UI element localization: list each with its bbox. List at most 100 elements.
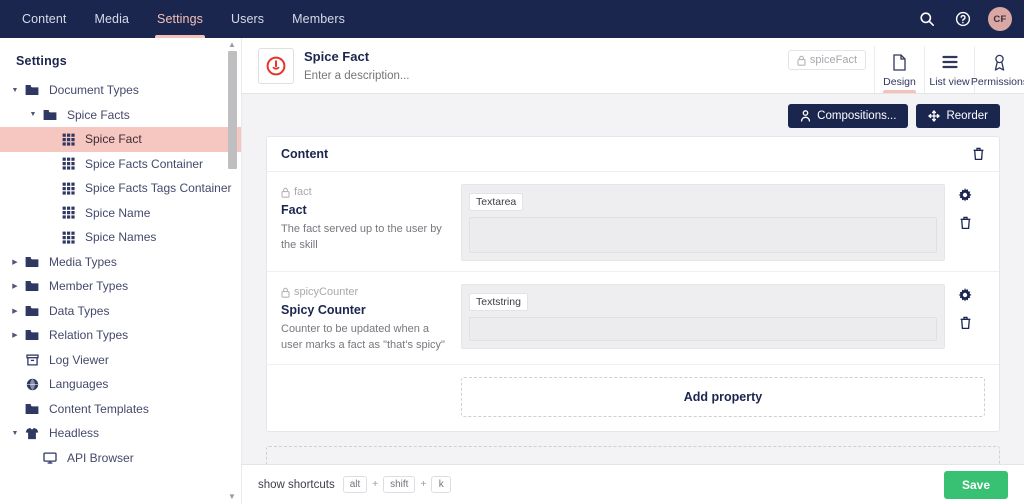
property-delete-trash-icon[interactable] bbox=[959, 216, 972, 230]
tree-folder-icon bbox=[22, 403, 42, 415]
delete-group-icon[interactable] bbox=[972, 147, 985, 161]
tree-grid-icon bbox=[58, 206, 78, 219]
property-label[interactable]: Fact bbox=[281, 203, 447, 217]
scrollbar-track[interactable] bbox=[227, 51, 237, 491]
tree-folder-icon bbox=[22, 329, 42, 341]
tree-box-icon bbox=[22, 354, 42, 366]
tree-item-spice-names[interactable]: Spice Names bbox=[0, 225, 241, 250]
document-type-description-input[interactable] bbox=[304, 66, 780, 82]
tree-item-spice-name[interactable]: Spice Name bbox=[0, 201, 241, 226]
search-icon[interactable] bbox=[916, 8, 938, 30]
tree-item-log-viewer[interactable]: Log Viewer bbox=[0, 348, 241, 373]
tree-item-relation-types[interactable]: ▶ Relation Types bbox=[0, 323, 241, 348]
editor-footer: show shortcuts alt + shift + k Save bbox=[242, 464, 1024, 504]
property-settings-gear-icon[interactable] bbox=[958, 188, 972, 202]
tab-list-view[interactable]: List view bbox=[924, 46, 974, 93]
tree-item-media-types[interactable]: ▶ Media Types bbox=[0, 250, 241, 275]
nav-item-settings[interactable]: Settings bbox=[143, 0, 217, 38]
add-group-button[interactable]: Add group bbox=[266, 445, 1000, 464]
tree-folder-icon bbox=[22, 305, 42, 317]
nav-item-users[interactable]: Users bbox=[217, 0, 278, 38]
shortcut-key-k[interactable]: k bbox=[431, 476, 452, 493]
tree-caret-right-icon[interactable]: ▶ bbox=[8, 282, 22, 290]
property-description[interactable]: Counter to be updated when a user marks … bbox=[281, 322, 447, 354]
tree-item-content-templates[interactable]: Content Templates bbox=[0, 397, 241, 422]
nav-item-content[interactable]: Content bbox=[8, 0, 80, 38]
nav-item-media[interactable]: Media bbox=[80, 0, 143, 38]
tab-design[interactable]: Design bbox=[874, 46, 924, 93]
sidebar-scrollbar[interactable]: ▲ ▼ bbox=[226, 40, 238, 502]
shortcut-keys: alt + shift + k bbox=[342, 476, 452, 493]
document-type-name-input[interactable] bbox=[304, 46, 780, 66]
reorder-button[interactable]: Reorder bbox=[916, 104, 1000, 128]
tree-item-api-browser[interactable]: API Browser bbox=[0, 446, 241, 471]
tree-item-spice-facts[interactable]: ▼ Spice Facts bbox=[0, 103, 241, 128]
property-settings-gear-icon[interactable] bbox=[958, 288, 972, 302]
tree-item-headless[interactable]: ▼ Headless bbox=[0, 421, 241, 446]
tree-caret-right-icon[interactable]: ▶ bbox=[8, 258, 22, 266]
tree-item-label: Log Viewer bbox=[49, 352, 109, 367]
body: Settings ▼ Document Types ▼ Spice Facts Spic… bbox=[0, 38, 1024, 504]
tree-grid-icon bbox=[58, 133, 78, 146]
tree-item-label: API Browser bbox=[67, 450, 134, 465]
tree-item-languages[interactable]: Languages bbox=[0, 372, 241, 397]
tree-item-spice-fact[interactable]: Spice Fact bbox=[0, 127, 241, 152]
help-icon[interactable] bbox=[952, 8, 974, 30]
add-property-spacer bbox=[281, 377, 461, 417]
add-group-row: Add group bbox=[266, 445, 1000, 464]
nav-item-label: Media bbox=[94, 12, 130, 26]
tree-item-label: Member Types bbox=[49, 279, 129, 294]
nav-item-members[interactable]: Members bbox=[278, 0, 359, 38]
show-shortcuts-label[interactable]: show shortcuts bbox=[258, 479, 335, 491]
nav-item-label: Users bbox=[231, 12, 265, 26]
tree-item-spice-facts-tags-container[interactable]: Spice Facts Tags Container bbox=[0, 176, 241, 201]
add-property-button[interactable]: Add property bbox=[461, 376, 985, 417]
tree-caret-down-icon[interactable]: ▼ bbox=[8, 430, 22, 437]
compositions-button[interactable]: Compositions... bbox=[788, 104, 909, 128]
property-alias-value: fact bbox=[294, 186, 312, 198]
property-row: spicyCounter Spicy Counter Counter to be u… bbox=[267, 272, 999, 365]
property-editor-preview: Textstring bbox=[461, 284, 945, 354]
property-input-preview[interactable] bbox=[469, 317, 937, 341]
tab-permissions[interactable]: Permissions bbox=[971, 46, 1024, 93]
editor-panel: spiceFact DesignList viewPermissions C bbox=[242, 38, 1024, 504]
scrollbar-thumb[interactable] bbox=[227, 51, 237, 169]
tree-caret-down-icon[interactable]: ▼ bbox=[26, 111, 40, 118]
nav-item-label: Members bbox=[292, 12, 345, 26]
property-alias[interactable]: spicyCounter bbox=[281, 286, 447, 298]
tree-item-label: Languages bbox=[49, 377, 109, 392]
property-label[interactable]: Spicy Counter bbox=[281, 303, 447, 317]
shortcut-key-shift[interactable]: shift bbox=[383, 476, 416, 493]
document-type-icon[interactable] bbox=[258, 48, 294, 84]
tree-caret-right-icon[interactable]: ▶ bbox=[8, 307, 22, 315]
move-icon bbox=[928, 110, 941, 122]
tree-item-member-types[interactable]: ▶ Member Types bbox=[0, 274, 241, 299]
scroll-down-arrow-icon[interactable]: ▼ bbox=[228, 492, 236, 502]
settings-tree: ▼ Document Types ▼ Spice Facts Spice Fact Spi… bbox=[0, 78, 241, 504]
key-separator: + bbox=[372, 479, 379, 490]
property-description[interactable]: The fact served up to the user by the sk… bbox=[281, 222, 447, 254]
property-alias-value: spicyCounter bbox=[294, 286, 359, 298]
shortcut-key-alt[interactable]: alt bbox=[342, 476, 368, 493]
property-alias[interactable]: fact bbox=[281, 186, 447, 198]
property-input-preview[interactable] bbox=[469, 217, 937, 253]
compositions-label: Compositions... bbox=[817, 110, 897, 122]
group-name-input[interactable] bbox=[281, 147, 972, 161]
tree-caret-right-icon[interactable]: ▶ bbox=[8, 331, 22, 339]
save-button[interactable]: Save bbox=[943, 470, 1008, 499]
tree-item-document-types[interactable]: ▼ Document Types bbox=[0, 78, 241, 103]
alias-field[interactable]: spiceFact bbox=[787, 50, 866, 70]
avatar[interactable]: CF bbox=[988, 7, 1012, 31]
editor-preview-box: Textstring bbox=[461, 284, 945, 349]
property-list: fact Fact The fact served up to the user b… bbox=[267, 172, 999, 365]
tree-item-label: Document Types bbox=[49, 83, 139, 98]
editor-tabs: Design List view Permissions bbox=[874, 46, 1024, 93]
tree-grid-icon bbox=[58, 157, 78, 170]
tree-item-spice-facts-container[interactable]: Spice Facts Container bbox=[0, 152, 241, 177]
tree-caret-down-icon[interactable]: ▼ bbox=[8, 87, 22, 94]
property-delete-trash-icon[interactable] bbox=[959, 316, 972, 330]
tree-item-data-types[interactable]: ▶ Data Types bbox=[0, 299, 241, 324]
property-meta: fact Fact The fact served up to the user b… bbox=[281, 184, 461, 261]
editor-action-bar: Compositions... Reorder bbox=[266, 94, 1000, 136]
scroll-up-arrow-icon[interactable]: ▲ bbox=[228, 40, 236, 50]
